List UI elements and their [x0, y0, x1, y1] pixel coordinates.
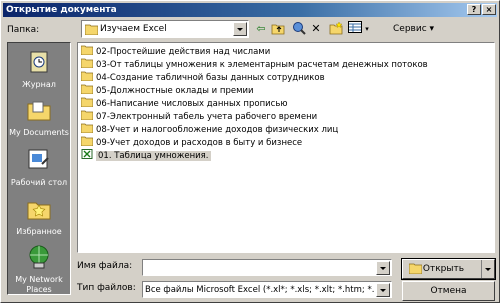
open-button-label: Открыть: [422, 264, 465, 274]
open-dialog: Открытие документа ? × Папка: Изучаем Ex…: [0, 0, 500, 303]
place-my-documents[interactable]: My Documents: [8, 97, 70, 138]
place-desktop[interactable]: Рабочий стол: [8, 147, 70, 188]
new-folder-icon[interactable]: [329, 21, 343, 37]
open-folder-icon: [409, 263, 422, 274]
place-label: Избранное: [16, 227, 62, 236]
place-network[interactable]: My Network Places: [8, 244, 70, 295]
title-bar: Открытие документа: [3, 3, 497, 17]
place-label: My Network Places: [15, 275, 63, 294]
folder-icon: [81, 84, 93, 94]
views-icon[interactable]: [348, 21, 362, 37]
my-documents-icon: [27, 101, 51, 121]
help-button[interactable]: ?: [467, 4, 481, 15]
list-item[interactable]: 03-От таблицы умножения к элементарным р…: [81, 58, 428, 71]
filename-dropdown-button[interactable]: [376, 261, 390, 275]
window-title: Открытие документа: [6, 5, 117, 15]
list-item[interactable]: 08-Учет и налогообложение доходов физиче…: [81, 123, 338, 136]
file-list[interactable]: 02-Простейшие действия над числами 03-От…: [77, 42, 495, 253]
open-options-dropdown[interactable]: [481, 260, 494, 278]
network-places-icon: [29, 245, 49, 269]
folder-label: Папка:: [7, 25, 40, 35]
history-icon: [30, 51, 48, 73]
folder-icon: [85, 24, 98, 35]
list-item[interactable]: 02-Простейшие действия над числами: [81, 45, 270, 58]
folder-icon: [81, 110, 93, 120]
views-dropdown-icon[interactable]: ▾: [363, 21, 371, 37]
folder-dropdown-button[interactable]: [233, 22, 247, 36]
list-item[interactable]: 05-Должностные оклады и премии: [81, 84, 254, 97]
list-item[interactable]: 09-Учет доходов и расходов в быту и бизн…: [81, 136, 302, 149]
filetype-label: Тип файлов:: [77, 283, 136, 293]
open-button[interactable]: Открыть: [401, 258, 496, 280]
places-bar: Журнал My Documents Рабочий стол Избранн…: [7, 42, 71, 295]
folder-icon: [81, 71, 93, 81]
delete-icon[interactable]: ✕: [310, 21, 322, 37]
filename-input[interactable]: [142, 259, 392, 276]
folder-icon: [81, 123, 93, 133]
excel-file-icon: [81, 149, 93, 159]
filetype-select[interactable]: Все файлы Microsoft Excel (*.xl*; *.xls;…: [142, 281, 392, 298]
folder-combo[interactable]: Изучаем Excel: [81, 20, 249, 38]
place-label: Журнал: [22, 80, 56, 89]
folder-icon: [81, 97, 93, 107]
list-item[interactable]: 01. Таблица умножения.: [81, 149, 211, 162]
folder-icon: [81, 136, 93, 146]
filetype-value: Все файлы Microsoft Excel (*.xl*; *.xls;…: [145, 285, 375, 295]
list-item[interactable]: 07-Электронный табель учета рабочего вре…: [81, 110, 317, 123]
back-icon[interactable]: ⇦: [254, 21, 268, 37]
favorites-icon: [27, 202, 51, 220]
filetype-dropdown-button[interactable]: [376, 283, 390, 297]
folder-combo-value: Изучаем Excel: [100, 24, 167, 34]
place-label: My Documents: [9, 128, 69, 137]
list-item[interactable]: 06-Написание числовых данных прописью: [81, 97, 287, 110]
place-favorites[interactable]: Избранное: [8, 196, 70, 237]
list-item[interactable]: 04-Создание табличной базы данных сотруд…: [81, 71, 325, 84]
up-folder-icon[interactable]: [271, 21, 285, 37]
desktop-icon: [28, 149, 49, 169]
cancel-button[interactable]: Отмена: [402, 281, 495, 301]
service-menu[interactable]: Сервис ▾: [393, 21, 434, 37]
filename-label: Имя файла:: [77, 261, 133, 271]
place-history[interactable]: Журнал: [8, 49, 70, 90]
folder-icon: [81, 45, 93, 55]
close-button[interactable]: ×: [482, 4, 496, 15]
folder-icon: [81, 58, 93, 68]
place-label: Рабочий стол: [10, 178, 68, 187]
search-web-icon[interactable]: [292, 21, 306, 37]
